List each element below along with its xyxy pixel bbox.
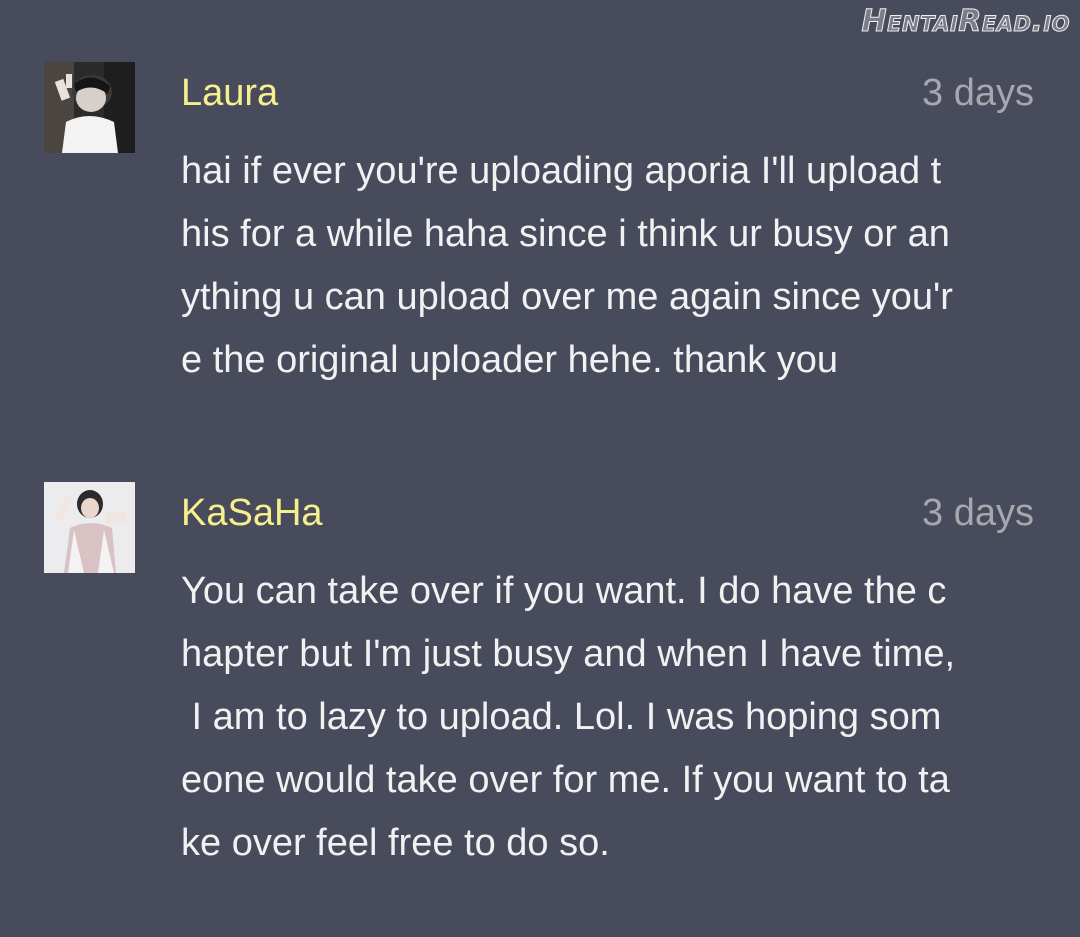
comment-text-line: ke over feel free to do so. bbox=[181, 822, 610, 864]
user-avatar-icon[interactable] bbox=[44, 482, 135, 573]
comment-text-line: his for a while haha since i think ur bu… bbox=[181, 213, 950, 255]
comment-body: hai if ever you're uploading aporia I'll… bbox=[181, 140, 1041, 392]
comment-timestamp: 3 days bbox=[922, 72, 1034, 114]
comment-text-line: hai if ever you're uploading aporia I'll… bbox=[181, 150, 942, 192]
site-watermark: HentaiRead.io bbox=[861, 4, 1070, 40]
comment-text-line: eone would take over for me. If you want… bbox=[181, 759, 950, 801]
comment-text-line: I am to lazy to upload. Lol. I was hopin… bbox=[181, 696, 942, 738]
comment-username[interactable]: KaSaHa bbox=[181, 490, 323, 536]
comment-body: You can take over if you want. I do have… bbox=[181, 560, 1041, 875]
comment-text-line: e the original uploader hehe. thank you bbox=[181, 339, 839, 381]
user-avatar-icon[interactable] bbox=[44, 62, 135, 153]
comment-username[interactable]: Laura bbox=[181, 70, 278, 116]
comment-text-line: You can take over if you want. I do have… bbox=[181, 570, 947, 612]
comment-text-line: hapter but I'm just busy and when I have… bbox=[181, 633, 956, 675]
comment-timestamp: 3 days bbox=[922, 492, 1034, 534]
comment-text-line: ything u can upload over me again since … bbox=[181, 276, 953, 318]
